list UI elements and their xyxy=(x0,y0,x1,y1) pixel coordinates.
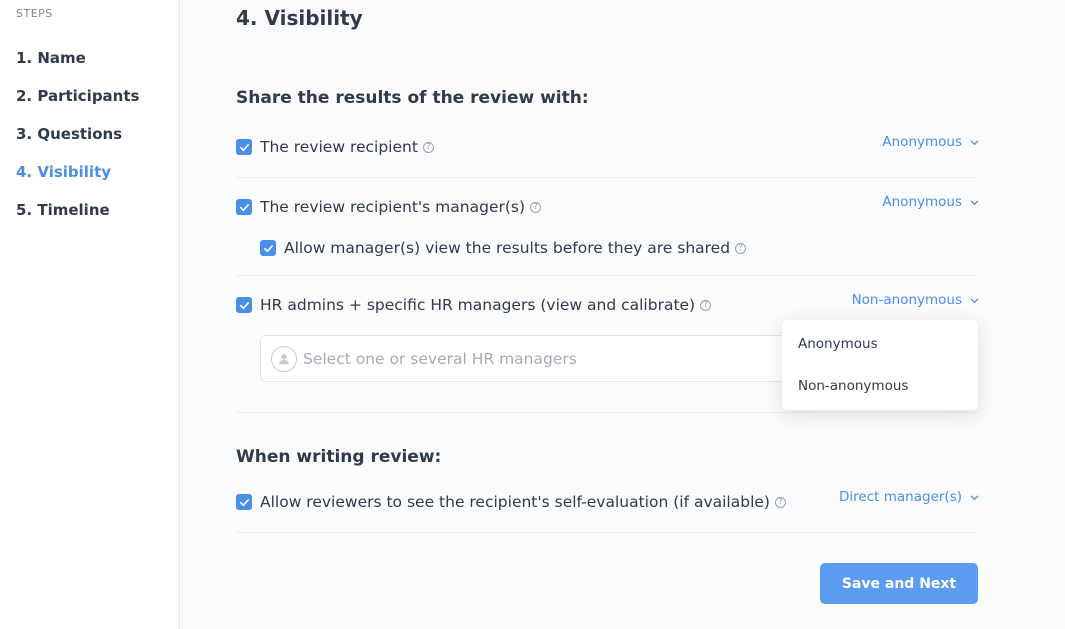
recipient-label: The review recipient xyxy=(260,138,418,156)
steps-heading: STEPS xyxy=(16,7,53,20)
managers-preview-row: Allow manager(s) view the results before… xyxy=(260,239,747,257)
check-icon xyxy=(263,244,273,252)
hr-row: HR admins + specific HR managers (view a… xyxy=(236,296,712,314)
hr-managers-select[interactable]: Select one or several HR managers xyxy=(260,335,800,382)
chevron-down-icon xyxy=(970,140,979,145)
divider xyxy=(236,532,978,533)
managers-anonymity-dropdown[interactable]: Anonymous xyxy=(882,194,979,210)
hr-managers-placeholder: Select one or several HR managers xyxy=(303,349,577,368)
anonymity-dropdown-menu: Anonymous Non-anonymous xyxy=(782,320,978,410)
recipient-row: The review recipient ? xyxy=(236,138,434,156)
managers-preview-label: Allow manager(s) view the results before… xyxy=(284,239,731,257)
self-eval-visibility-value: Direct manager(s) xyxy=(839,489,962,505)
recipient-checkbox[interactable] xyxy=(236,139,252,155)
chevron-down-icon xyxy=(970,298,979,303)
self-eval-checkbox[interactable] xyxy=(236,494,252,510)
step-timeline[interactable]: 5. Timeline xyxy=(16,201,110,219)
menu-option-anonymous[interactable]: Anonymous xyxy=(798,336,878,352)
managers-anonymity-value: Anonymous xyxy=(882,194,962,210)
page-title: 4. Visibility xyxy=(236,6,363,30)
managers-label: The review recipient's manager(s) xyxy=(260,198,526,216)
help-icon[interactable]: ? xyxy=(735,242,747,254)
step-name[interactable]: 1. Name xyxy=(16,49,86,67)
divider xyxy=(236,275,978,276)
check-icon xyxy=(239,301,249,309)
step-questions[interactable]: 3. Questions xyxy=(16,125,122,143)
check-icon xyxy=(239,203,249,211)
self-eval-row: Allow reviewers to see the recipient's s… xyxy=(236,493,786,511)
help-icon[interactable]: ? xyxy=(530,201,542,213)
help-icon[interactable]: ? xyxy=(422,141,434,153)
user-icon xyxy=(271,345,297,372)
managers-preview-checkbox[interactable] xyxy=(260,240,276,256)
hr-label: HR admins + specific HR managers (view a… xyxy=(260,296,696,314)
recipient-anonymity-value: Anonymous xyxy=(882,134,962,150)
hr-checkbox[interactable] xyxy=(236,297,252,313)
self-eval-visibility-dropdown[interactable]: Direct manager(s) xyxy=(839,489,979,505)
chevron-down-icon xyxy=(970,495,979,500)
help-icon[interactable]: ? xyxy=(774,496,786,508)
main-content: 4. Visibility Share the results of the r… xyxy=(180,0,1065,629)
recipient-anonymity-dropdown[interactable]: Anonymous xyxy=(882,134,979,150)
help-icon[interactable]: ? xyxy=(700,299,712,311)
divider xyxy=(236,177,978,178)
divider xyxy=(236,412,978,413)
check-icon xyxy=(239,143,249,151)
share-section-title: Share the results of the review with: xyxy=(236,88,589,108)
step-visibility[interactable]: 4. Visibility xyxy=(16,163,111,181)
steps-sidebar: STEPS 1. Name 2. Participants 3. Questio… xyxy=(0,0,180,629)
writing-section-title: When writing review: xyxy=(236,447,442,467)
managers-checkbox[interactable] xyxy=(236,199,252,215)
hr-anonymity-value: Non-anonymous xyxy=(851,292,962,308)
self-eval-label: Allow reviewers to see the recipient's s… xyxy=(260,493,770,511)
managers-row: The review recipient's manager(s) ? xyxy=(236,198,542,216)
hr-anonymity-dropdown[interactable]: Non-anonymous xyxy=(852,292,979,308)
menu-option-non-anonymous[interactable]: Non-anonymous xyxy=(798,378,908,394)
check-icon xyxy=(239,498,249,506)
save-and-next-button[interactable]: Save and Next xyxy=(820,563,978,604)
step-participants[interactable]: 2. Participants xyxy=(16,87,139,105)
chevron-down-icon xyxy=(970,200,979,205)
